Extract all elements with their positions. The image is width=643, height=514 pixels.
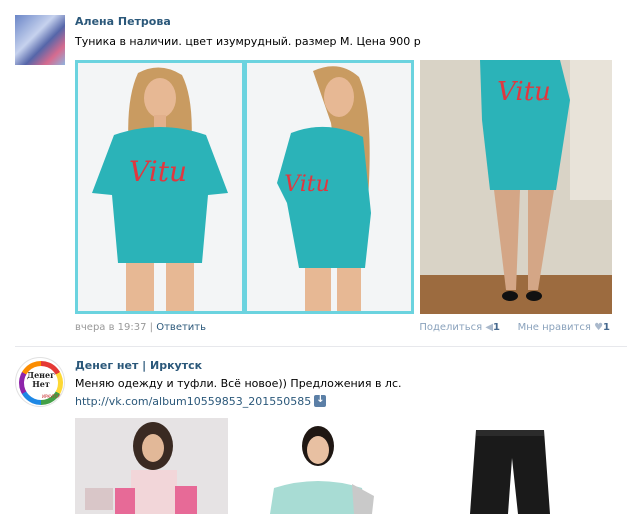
footer-separator: |: [146, 322, 157, 333]
post-photo[interactable]: Vitu: [75, 60, 245, 314]
post-author[interactable]: Денег нет | Иркутск: [75, 359, 202, 372]
avatar[interactable]: [15, 15, 65, 65]
like-button[interactable]: Мне нравится ♥1: [518, 322, 610, 333]
post-photo[interactable]: [234, 418, 400, 514]
post-photo[interactable]: [75, 418, 228, 514]
download-icon[interactable]: [314, 394, 327, 407]
photo-image: Vitu: [247, 63, 411, 311]
share-count: 1: [493, 322, 500, 333]
megaphone-icon: ◀: [485, 322, 494, 333]
post-photo[interactable]: Vitu: [244, 60, 414, 314]
logo-subtext: ИРКУТСК: [42, 394, 61, 399]
avatar[interactable]: Денег Нет ИРКУТСК: [15, 357, 65, 407]
photo-image: Vitu: [78, 63, 242, 311]
dress-print: Vitu: [129, 155, 187, 188]
post-divider: [15, 346, 627, 347]
photo-image: [234, 418, 400, 514]
logo-text: Денег Нет: [26, 370, 56, 389]
post-photo[interactable]: [430, 418, 580, 514]
post-text: Меняю одежду и туфли. Всё новое)) Предло…: [75, 377, 402, 390]
dress-print: Vitu: [284, 172, 330, 197]
post-footer: вчера в 19:37 | Ответить Поделиться ◀1 М…: [75, 322, 610, 336]
post-time[interactable]: вчера в 19:37: [75, 322, 147, 333]
like-label: Мне нравится: [517, 322, 591, 333]
reply-link[interactable]: Ответить: [156, 322, 206, 333]
post-text: Туника в наличии. цвет изумрудный. разме…: [75, 35, 421, 48]
share-button[interactable]: Поделиться ◀1: [419, 322, 500, 333]
photo-image: [430, 418, 580, 514]
heart-icon: ♥: [594, 322, 604, 333]
dress-print: Vitu: [497, 77, 551, 107]
photo-image: [75, 418, 228, 514]
post-author[interactable]: Алена Петрова: [75, 15, 171, 28]
like-count: 1: [603, 322, 610, 333]
photo-image: Vitu: [420, 60, 612, 314]
post-photo[interactable]: Vitu: [420, 60, 612, 314]
album-link[interactable]: http://vk.com/album10559853_201550585: [75, 395, 311, 408]
share-label: Поделиться: [419, 322, 483, 333]
album-link-row: http://vk.com/album10559853_201550585: [75, 394, 327, 408]
